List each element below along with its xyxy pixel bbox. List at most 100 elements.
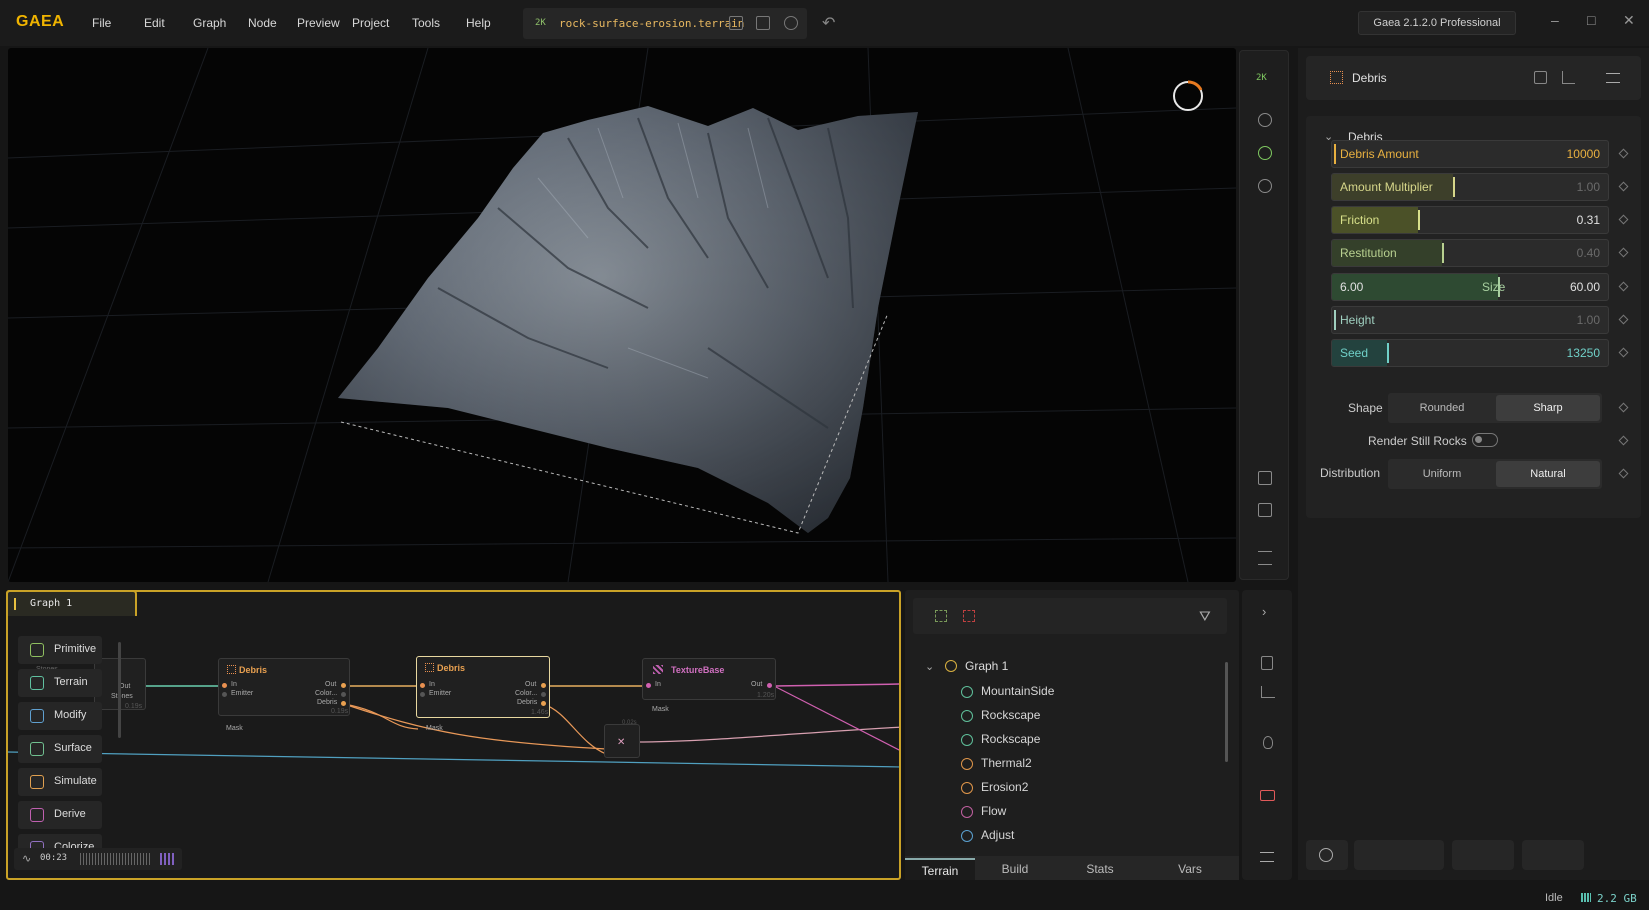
maximize-button[interactable]: □ — [1587, 12, 1595, 28]
fullscreen-tools[interactable] — [1522, 840, 1584, 870]
keyframe-diamond-icon[interactable] — [1618, 181, 1629, 192]
keyframe-diamond-icon[interactable] — [1618, 468, 1629, 479]
chevron-right-icon[interactable]: › — [1262, 604, 1266, 619]
list-icon[interactable] — [1260, 852, 1274, 862]
bookmark-icon[interactable] — [1261, 656, 1273, 670]
menu-project[interactable]: Project — [352, 16, 389, 30]
keyframe-diamond-icon[interactable] — [1618, 347, 1629, 358]
slider-handle[interactable] — [1442, 243, 1445, 263]
3d-viewport[interactable] — [8, 48, 1236, 582]
tab-vars[interactable]: Vars — [1145, 858, 1235, 880]
keyframe-diamond-icon[interactable] — [1618, 281, 1629, 292]
focus-icon[interactable] — [935, 610, 947, 622]
transform-tools[interactable] — [1354, 840, 1444, 870]
frame-icon[interactable] — [1258, 503, 1272, 517]
hamburger-icon[interactable] — [1606, 73, 1620, 83]
port-dot[interactable] — [646, 683, 651, 688]
graph-tab[interactable]: Graph 1 — [6, 590, 137, 616]
slider-handle[interactable] — [1334, 144, 1336, 164]
slider-value[interactable]: 1.00 — [1577, 180, 1600, 194]
contrast-icon[interactable] — [1258, 179, 1272, 193]
palette-terrain[interactable]: Terrain — [18, 669, 102, 697]
menu-edit[interactable]: Edit — [144, 16, 165, 30]
tree-item[interactable]: Flow — [981, 804, 1006, 818]
slider-value[interactable]: 0.31 — [1577, 213, 1600, 227]
slider-debris-amount[interactable]: Debris Amount 10000 — [1331, 140, 1609, 168]
port-dot[interactable] — [222, 692, 227, 697]
add-node-button[interactable] — [1306, 840, 1348, 870]
slider-value[interactable]: 1.00 — [1577, 313, 1600, 327]
view-tools[interactable] — [1452, 840, 1514, 870]
file-box[interactable]: 2K rock-surface-erosion.terrain — [523, 8, 807, 39]
history-icon[interactable] — [784, 16, 798, 30]
slider-handle[interactable] — [1334, 310, 1336, 330]
resolution-badge[interactable]: 2K — [535, 18, 546, 28]
tab-build[interactable]: Build — [975, 858, 1055, 880]
tree-scrollbar[interactable] — [1225, 662, 1228, 762]
tree-item[interactable]: Adjust — [981, 828, 1014, 842]
tab-terrain[interactable]: Terrain — [905, 858, 975, 880]
tree-item[interactable]: Rockscape — [981, 708, 1040, 722]
save-icon[interactable] — [729, 16, 743, 30]
combine-node[interactable]: ✕ — [604, 724, 640, 758]
port-dot[interactable] — [541, 701, 546, 706]
keyframe-diamond-icon[interactable] — [1618, 314, 1629, 325]
port-dot[interactable] — [541, 692, 546, 697]
resolution-toggle[interactable]: 2K — [1256, 73, 1267, 83]
palette-derive[interactable]: Derive — [18, 801, 102, 829]
tree-item[interactable]: Thermal2 — [981, 756, 1032, 770]
slider-height[interactable]: Height 1.00 — [1331, 306, 1609, 334]
duplicate-icon[interactable] — [756, 16, 770, 30]
axis-icon[interactable] — [1562, 71, 1575, 84]
filter-icon[interactable]: ⛛ — [1199, 608, 1211, 625]
menu-node[interactable]: Node — [248, 16, 277, 30]
split-view-icon[interactable] — [1258, 471, 1272, 485]
menu-icon[interactable] — [1258, 551, 1272, 565]
palette-surface[interactable]: Surface — [18, 735, 102, 763]
slider-handle[interactable] — [1417, 210, 1420, 230]
keyframe-diamond-icon[interactable] — [1618, 214, 1629, 225]
slider-size[interactable]: Size 6.00 60.00 — [1331, 273, 1609, 301]
tree-item[interactable]: MountainSide — [981, 684, 1054, 698]
slider-seed[interactable]: Seed 13250 — [1331, 339, 1609, 367]
port-dot[interactable] — [420, 683, 425, 688]
grid-icon[interactable] — [160, 853, 174, 865]
distribution-uniform-option[interactable]: Uniform — [1390, 461, 1494, 487]
sun-icon[interactable] — [1258, 113, 1272, 127]
keyframe-diamond-icon[interactable] — [1618, 247, 1629, 258]
keyframe-diamond-icon[interactable] — [1618, 435, 1629, 446]
tree-root[interactable]: Graph 1 — [965, 659, 1008, 673]
port-dot[interactable] — [341, 692, 346, 697]
menu-help[interactable]: Help — [466, 16, 491, 30]
slider-amount-multiplier[interactable]: Amount Multiplier 1.00 — [1331, 173, 1609, 201]
graph-layout-icon[interactable] — [1261, 686, 1275, 698]
undo-icon[interactable]: ↶ — [822, 13, 835, 33]
slider-range-low[interactable]: 6.00 — [1340, 280, 1363, 294]
select-icon[interactable] — [963, 610, 975, 622]
chevron-down-icon[interactable]: ⌄ — [925, 660, 934, 673]
engine-icon[interactable] — [1260, 790, 1275, 801]
close-button[interactable]: ✕ — [1623, 12, 1635, 29]
palette-simulate[interactable]: Simulate — [18, 768, 102, 796]
slider-friction[interactable]: Friction 0.31 — [1331, 206, 1609, 234]
slider-handle[interactable] — [1387, 343, 1390, 363]
slider-value[interactable]: 13250 — [1567, 346, 1600, 360]
keyframe-diamond-icon[interactable] — [1618, 402, 1629, 413]
port-dot[interactable] — [541, 683, 546, 688]
menu-preview[interactable]: Preview — [297, 16, 340, 30]
menu-file[interactable]: File — [92, 16, 111, 30]
node-graph[interactable]: Out Stones 0.19s Debris In Emitter Out C… — [6, 590, 901, 880]
debris-node-1[interactable]: Debris In Emitter Out Color... Debris 0.… — [218, 658, 350, 716]
palette-scrollbar[interactable] — [118, 642, 121, 738]
slider-handle[interactable] — [1453, 177, 1456, 197]
tree-item[interactable]: Rockscape — [981, 732, 1040, 746]
shape-sharp-option[interactable]: Sharp — [1496, 395, 1600, 421]
port-dot[interactable] — [767, 683, 772, 688]
mask-port[interactable]: Mask — [652, 706, 669, 713]
port-dot[interactable] — [420, 692, 425, 697]
minimize-button[interactable]: – — [1551, 12, 1559, 28]
slider-restitution[interactable]: Restitution 0.40 — [1331, 239, 1609, 267]
flame-icon[interactable] — [1263, 736, 1273, 749]
render-still-rocks-toggle[interactable] — [1472, 433, 1498, 447]
tree-item[interactable]: Erosion2 — [981, 780, 1028, 794]
